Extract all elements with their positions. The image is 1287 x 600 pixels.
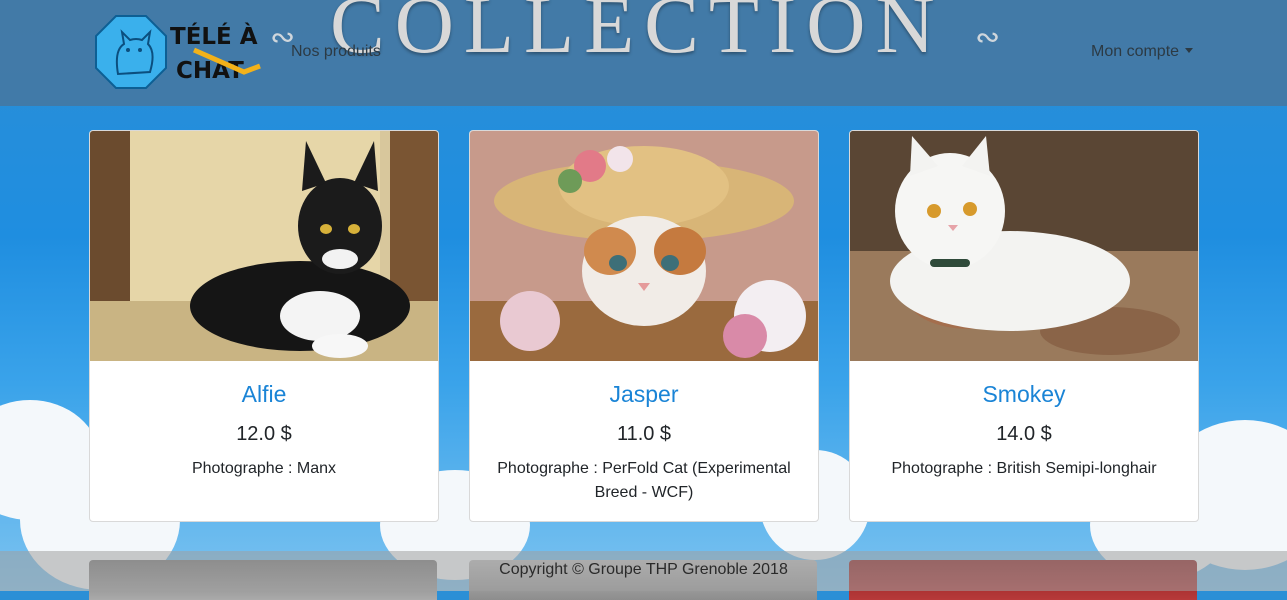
product-price: 11.0 $ <box>616 423 672 445</box>
cat-photo[interactable] <box>90 131 438 361</box>
site-logo[interactable]: TÉLÉ À CHAT <box>94 14 266 92</box>
account-dropdown[interactable]: Mon compte <box>1091 43 1193 61</box>
swirl-ornament-icon: ∾ <box>975 20 1001 55</box>
product-description: Photographe : British Semipi-longhair <box>891 460 1157 477</box>
product-price: 14.0 $ <box>996 423 1052 445</box>
product-card: Smokey 14.0 $ Photographe : British Semi… <box>849 130 1199 522</box>
product-name-link[interactable]: Jasper <box>470 381 818 408</box>
product-card: Alfie 12.0 $ Photographe : Manx <box>89 130 439 522</box>
product-name-link[interactable]: Alfie <box>90 381 438 408</box>
product-price: 12.0 $ <box>236 423 292 445</box>
banner-title: COLLECTION <box>330 0 945 70</box>
product-name-link[interactable]: Smokey <box>850 381 1198 408</box>
svg-text:TÉLÉ À: TÉLÉ À <box>170 22 258 50</box>
product-description: Photographe : Manx <box>191 460 337 477</box>
cat-logo-icon: TÉLÉ À CHAT <box>95 15 261 89</box>
svg-text:CHAT: CHAT <box>176 58 244 84</box>
product-card: Jasper 11.0 $ Photographe : PerFold Cat … <box>469 130 819 522</box>
cat-photo[interactable] <box>850 131 1198 361</box>
cat-photo[interactable] <box>470 131 818 361</box>
navbar: COLLECTION ∾ ∾ TÉLÉ À CHAT Nos produits … <box>0 0 1287 106</box>
nav-products-link[interactable]: Nos produits <box>291 43 381 61</box>
product-description: Photographe : PerFold Cat (Experimental … <box>497 460 791 501</box>
footer-copyright: Copyright © Groupe THP Grenoble 2018 <box>499 561 788 578</box>
